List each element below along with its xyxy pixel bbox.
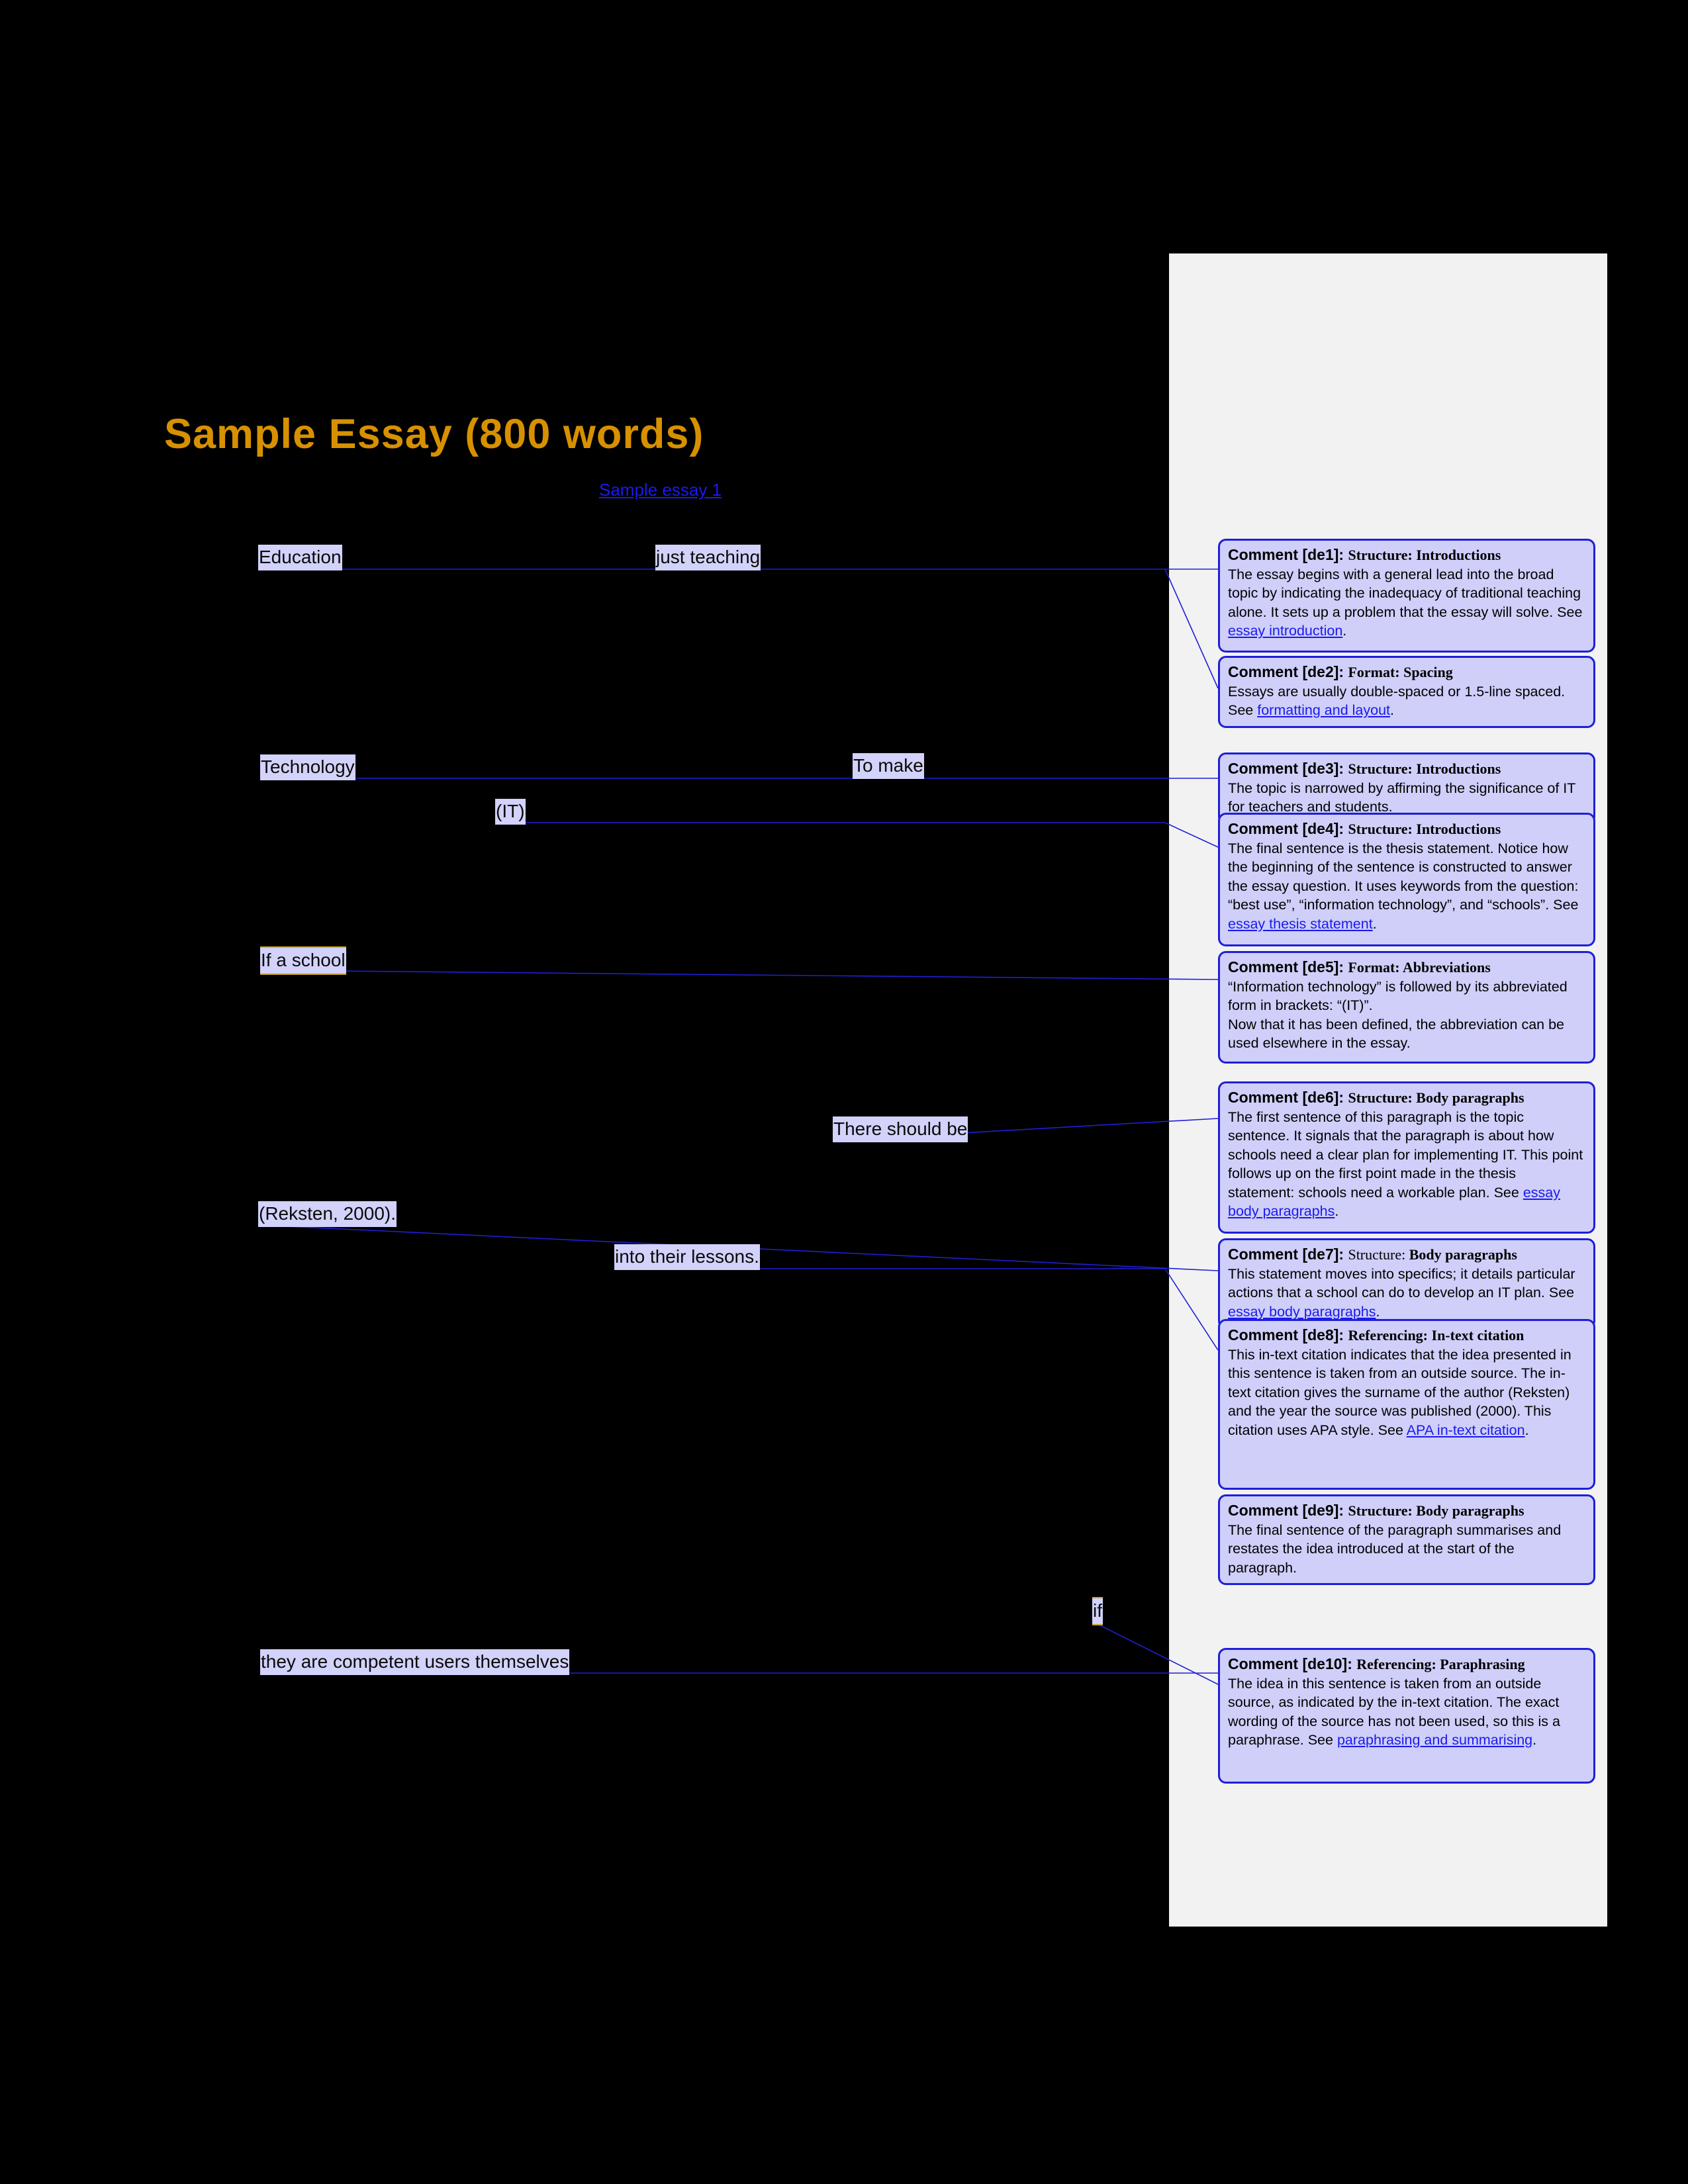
comment-label: Comment [de4]: <box>1228 820 1348 837</box>
comment-category: Structure: Body paragraphs <box>1348 1089 1524 1106</box>
comment-link[interactable]: essay body paragraphs <box>1228 1185 1560 1220</box>
comment-anchor-a5[interactable]: (IT) <box>495 799 526 825</box>
comment-label: Comment [de8]: <box>1228 1326 1348 1343</box>
sample-essay-link[interactable]: Sample essay 1 <box>599 480 722 500</box>
document-page: Sample Essay (800 words) Sample essay 1 … <box>0 0 1688 2184</box>
comment-balloon-de6[interactable]: Comment [de6]: Structure: Body paragraph… <box>1218 1081 1595 1234</box>
comment-anchor-a6[interactable]: If a school <box>260 946 346 975</box>
comment-body: The idea in this sentence is taken from … <box>1228 1675 1560 1749</box>
comment-body: The final sentence of the paragraph summ… <box>1228 1522 1562 1576</box>
comment-category: Format: Spacing <box>1348 664 1453 680</box>
comment-category: Referencing: Paraphrasing <box>1356 1656 1525 1672</box>
comment-link[interactable]: formatting and layout <box>1257 702 1390 718</box>
comment-category: Body paragraphs <box>1409 1246 1517 1263</box>
comment-anchor-a2[interactable]: just teaching <box>655 545 761 570</box>
comment-body: This in-text citation indicates that the… <box>1228 1346 1571 1438</box>
comment-label: Comment [de3]: <box>1228 760 1348 777</box>
comment-anchor-a1[interactable]: Education <box>258 545 342 570</box>
comment-anchor-a11[interactable]: they are competent users themselves <box>260 1649 570 1675</box>
comment-body: Essays are usually double-spaced or 1.5-… <box>1228 683 1566 719</box>
comment-link[interactable]: essay introduction <box>1228 623 1342 639</box>
comment-body: “Information technology” is followed by … <box>1228 978 1568 1052</box>
comment-balloon-de8[interactable]: Comment [de8]: Referencing: In-text cita… <box>1218 1319 1595 1490</box>
comment-link[interactable]: essay body paragraphs <box>1228 1304 1376 1320</box>
comment-body: This statement moves into specifics; it … <box>1228 1265 1575 1320</box>
comment-body: The topic is narrowed by affirming the s… <box>1228 780 1576 815</box>
comment-label: Comment [de7]: <box>1228 1246 1348 1263</box>
comment-category: Structure: Introductions <box>1348 821 1501 837</box>
connector-line <box>259 970 1219 980</box>
comment-link[interactable]: essay thesis statement <box>1228 916 1373 932</box>
comment-category: Format: Abbreviations <box>1348 959 1491 976</box>
comment-label: Comment [de2]: <box>1228 663 1348 680</box>
comment-anchor-a8[interactable]: (Reksten, 2000). <box>258 1201 397 1227</box>
page-title: Sample Essay (800 words) <box>164 411 704 457</box>
comment-category: Structure: Introductions <box>1348 547 1501 563</box>
comment-link[interactable]: paraphrasing and summarising <box>1337 1732 1532 1748</box>
comment-balloon-de9[interactable]: Comment [de9]: Structure: Body paragraph… <box>1218 1494 1595 1585</box>
comment-label: Comment [de6]: <box>1228 1089 1348 1106</box>
comment-anchor-a7[interactable]: There should be <box>833 1116 968 1142</box>
comment-body: The first sentence of this paragraph is … <box>1228 1109 1583 1220</box>
comment-anchor-a10[interactable]: if <box>1092 1597 1103 1625</box>
comment-balloon-de4[interactable]: Comment [de4]: Structure: Introductions T… <box>1218 813 1595 946</box>
comment-body: The essay begins with a general lead int… <box>1228 566 1583 639</box>
comment-category: Structure: Introductions <box>1348 760 1501 777</box>
comment-label: Comment [de5]: <box>1228 958 1348 976</box>
comment-label: Comment [de10]: <box>1228 1655 1357 1672</box>
comment-balloon-de5[interactable]: Comment [de5]: Format: Abbreviations “Inf… <box>1218 951 1595 1064</box>
comment-label: Comment [de9]: <box>1228 1502 1348 1519</box>
comment-anchor-a3[interactable]: Technology <box>260 754 355 780</box>
comment-label: Comment [de1]: <box>1228 546 1348 563</box>
comment-category: Referencing: In-text citation <box>1348 1327 1524 1343</box>
comment-balloon-de1[interactable]: Comment [de1]: Structure: Introductions T… <box>1218 539 1595 653</box>
comment-link[interactable]: APA in-text citation <box>1407 1422 1525 1438</box>
comment-anchor-a4[interactable]: To make <box>853 753 924 779</box>
comment-body: The final sentence is the thesis stateme… <box>1228 840 1579 932</box>
comment-balloon-de10[interactable]: Comment [de10]: Referencing: Paraphrasin… <box>1218 1648 1595 1784</box>
comment-balloon-de2[interactable]: Comment [de2]: Format: Spacing Essays are… <box>1218 656 1595 728</box>
comment-category-prefix: Structure: <box>1348 1246 1409 1263</box>
comment-balloon-de7[interactable]: Comment [de7]: Structure: Body paragraph… <box>1218 1238 1595 1329</box>
comment-anchor-a9[interactable]: into their lessons. <box>614 1244 760 1270</box>
comment-category: Structure: Body paragraphs <box>1348 1502 1524 1519</box>
